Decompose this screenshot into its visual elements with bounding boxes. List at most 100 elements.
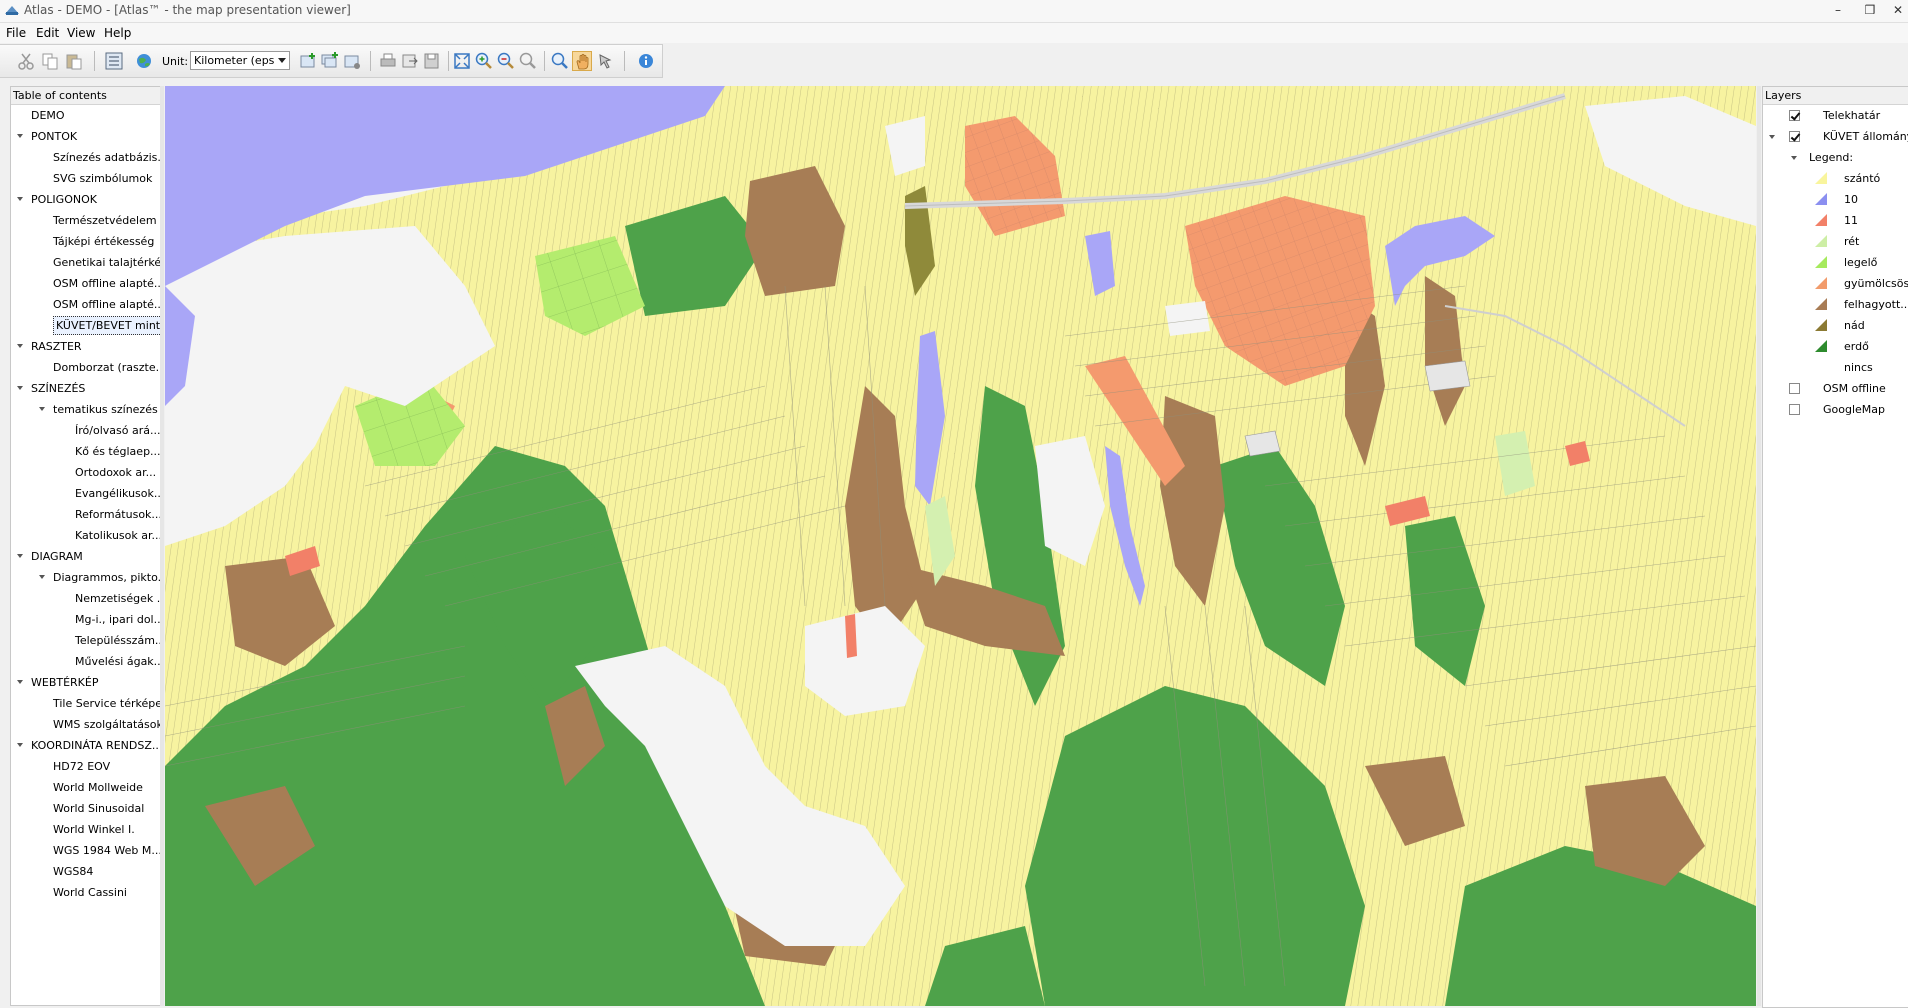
add-layer-icon[interactable] [298,51,318,71]
toc-item-osm-offline-alapte[interactable]: OSM offline alapté... [11,294,160,315]
toc-item-label: World Sinusoidal [53,802,145,815]
title-bar: Atlas - DEMO - [Atlas™ - the map present… [0,0,1908,23]
toc-toggle-icon[interactable] [104,51,124,71]
toc-item-webterkep[interactable]: WEBTÉRKÉP [11,672,160,693]
toc-item-koordinata-rendsz[interactable]: KOORDINÁTA RENDSZ... [11,735,160,756]
layer-item-googlemap[interactable]: GoogleMap [1763,399,1908,420]
toc-item-label: OSM offline alapté... [53,298,160,311]
layer-visibility-checkbox[interactable] [1789,404,1800,415]
close-button[interactable]: ✕ [1880,1,1908,19]
toc-item-hd72-eov[interactable]: HD72 EOV [11,756,160,777]
toc-item-demo[interactable]: DEMO [11,105,160,126]
chevron-down-icon[interactable] [39,575,45,579]
map-svg[interactable] [165,86,1756,1006]
layer-item-osm-offline[interactable]: OSM offline [1763,378,1908,399]
toc-item-world-winkel-i[interactable]: World Winkel I. [11,819,160,840]
toc-item-ortodoxok-ar[interactable]: Ortodoxok ar... [11,462,160,483]
remove-layer-icon[interactable] [342,51,362,71]
chevron-down-icon[interactable] [1769,135,1775,139]
toc-item-szinezes-adatbazis[interactable]: Színezés adatbázis... [11,147,160,168]
chevron-down-icon[interactable] [17,344,23,348]
toc-item-telepulesszam[interactable]: Településszám... [11,630,160,651]
pan-hand-icon[interactable] [572,51,592,71]
layer-visibility-checkbox[interactable] [1789,110,1800,121]
zoom-extent-icon[interactable] [452,51,472,71]
chevron-down-icon[interactable] [1791,156,1797,160]
chevron-down-icon[interactable] [17,197,23,201]
toc-item-label: POLIGONOK [31,193,97,206]
chevron-down-icon[interactable] [17,554,23,558]
toc-item-wgs84[interactable]: WGS84 [11,861,160,882]
select-icon[interactable] [596,51,616,71]
layer-item-label: nád [1844,319,1865,332]
toc-item-diagrammos-pikto[interactable]: Diagrammos, pikto... [11,567,160,588]
layer-item-label: 11 [1844,214,1858,227]
toc-item-domborzat-raszte[interactable]: Domborzat (raszte... [11,357,160,378]
toc-item-world-mollweide[interactable]: World Mollweide [11,777,160,798]
toc-item-osm-offline-alapte[interactable]: OSM offline alapté... [11,273,160,294]
menu-help[interactable]: Help [104,26,131,40]
menu-file[interactable]: File [6,26,26,40]
minimize-button[interactable]: – [1820,1,1856,19]
toc-item-ko-es-teglaep[interactable]: Kő és téglaep... [11,441,160,462]
toc-item-reformatusok[interactable]: Reformátusok... [11,504,160,525]
toc-item-poligonok[interactable]: POLIGONOK [11,189,160,210]
toc-item-raszter[interactable]: RASZTER [11,336,160,357]
cut-icon[interactable] [16,51,36,71]
chevron-down-icon[interactable] [17,743,23,747]
copy-icon[interactable] [40,51,60,71]
paste-icon[interactable] [64,51,84,71]
layer-item-kuvet-allomany[interactable]: KÜVET állomány [1763,126,1908,147]
layer-item-label: rét [1844,235,1860,248]
toc-item-pontok[interactable]: PONTOK [11,126,160,147]
toc-item-world-cassini[interactable]: World Cassini [11,882,160,903]
layer-visibility-checkbox[interactable] [1789,131,1800,142]
toc-item-label: Tájképi értékesség [53,235,155,248]
search-icon[interactable] [550,51,570,71]
toc-item-katolikusok-ar[interactable]: Katolikusok ar... [11,525,160,546]
toc-item-tematikus-szinezes[interactable]: tematikus színezés [11,399,160,420]
toc-item-termeszetvedelem[interactable]: Természetvédelem [11,210,160,231]
chevron-down-icon[interactable] [39,407,45,411]
toc-item-tile-service-terkepek[interactable]: Tile Service térképek [11,693,160,714]
zoom-in-icon[interactable] [474,51,494,71]
toc-item-wgs-1984-web-m[interactable]: WGS 1984 Web M... [11,840,160,861]
zoom-out-icon[interactable] [496,51,516,71]
toc-item-svg-szimbolumok[interactable]: SVG szimbólumok [11,168,160,189]
toc-item-label: Településszám... [75,634,160,647]
chevron-down-icon[interactable] [17,386,23,390]
layer-visibility-checkbox[interactable] [1789,383,1800,394]
legend-swatch-icon [1815,340,1827,352]
add-group-icon[interactable] [320,51,340,71]
toc-item-iro-olvaso-ara[interactable]: Író/olvasó ará... [11,420,160,441]
toc-item-mg-i-ipari-dol[interactable]: Mg-i., ipari dol... [11,609,160,630]
layer-item-telekhatar[interactable]: Telekhatár [1763,105,1908,126]
menu-edit[interactable]: Edit [36,26,59,40]
toc-item-szinezes[interactable]: SZÍNEZÉS [11,378,160,399]
chevron-down-icon[interactable] [17,680,23,684]
left-splitter[interactable] [160,86,164,1006]
save-icon[interactable] [422,51,442,71]
map-canvas[interactable] [165,86,1756,1006]
toc-item-kuvet-bevet-minta[interactable]: KÜVET/BEVET minta [11,315,160,336]
zoom-window-icon[interactable] [518,51,538,71]
toc-item-world-sinusoidal[interactable]: World Sinusoidal [11,798,160,819]
toc-item-diagram[interactable]: DIAGRAM [11,546,160,567]
menu-view[interactable]: View [67,26,95,40]
unit-select[interactable]: Kilometer (eps [190,51,290,70]
toc-item-label: KÜVET/BEVET minta [53,316,160,335]
toc-item-evangelikusok[interactable]: Evangélikusok... [11,483,160,504]
toc-item-tajkepi-ertekesseg[interactable]: Tájképi értékesség [11,231,160,252]
export-icon[interactable] [400,51,420,71]
globe-icon[interactable] [134,51,154,71]
layer-item-11: 11 [1763,210,1908,231]
print-icon[interactable] [378,51,398,71]
toc-item-muvelesi-agak[interactable]: Művelési ágak... [11,651,160,672]
info-icon[interactable] [636,51,656,71]
toc-item-nemzetisegek[interactable]: Nemzetiségek ... [11,588,160,609]
toc-item-wms-szolgaltatasok[interactable]: WMS szolgáltatások [11,714,160,735]
chevron-down-icon[interactable] [17,134,23,138]
right-splitter[interactable] [1757,86,1761,1006]
legend-swatch-icon [1815,319,1827,331]
toc-item-genetikai-talajterkep[interactable]: Genetikai talajtérkép [11,252,160,273]
